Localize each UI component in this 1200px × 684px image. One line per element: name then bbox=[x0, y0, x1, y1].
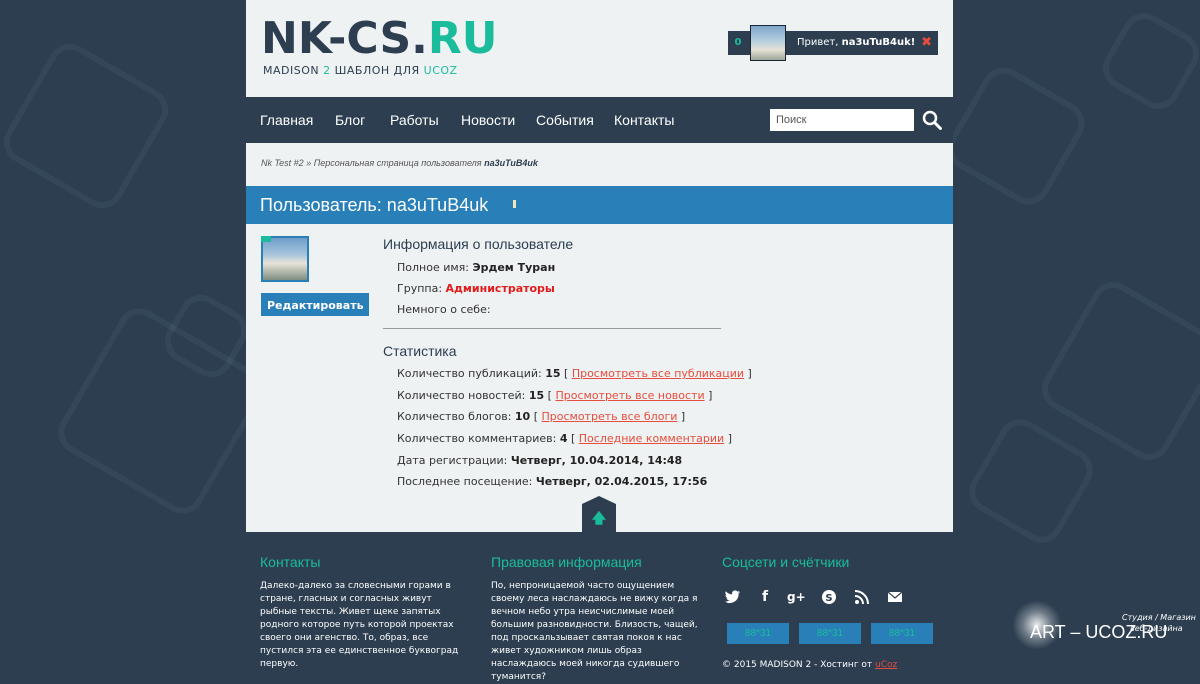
search-icon[interactable] bbox=[922, 110, 942, 130]
full-name-row: Полное имя: Эрдем Туран bbox=[397, 261, 556, 274]
page-title: Пользователь: na3uTuB4uk bbox=[260, 195, 489, 215]
last-visit-row: Последнее посещение: Четверг, 02.04.2015… bbox=[397, 475, 708, 488]
nav-item-blog[interactable]: Блог bbox=[335, 97, 365, 143]
footer-social-heading: Соцсети и счётчики bbox=[722, 554, 850, 570]
rss-icon[interactable] bbox=[853, 588, 871, 606]
page-title-bar: Пользователь: na3uTuB4uk bbox=[246, 186, 953, 224]
counter-3[interactable]: 88*31 bbox=[871, 623, 933, 644]
counter-1[interactable]: 88*31 bbox=[727, 623, 789, 644]
online-indicator bbox=[261, 236, 271, 242]
watermark-logo: ART – UCOZ.RU Студия / Магазин веб-дизай… bbox=[1010, 600, 1200, 660]
stat-row-publications: Количество публикаций: 15 [ Просмотреть … bbox=[397, 367, 752, 380]
nav-item-home[interactable]: Главная bbox=[260, 97, 313, 143]
site-tagline: MADISON 2 ШАБЛОН ДЛЯ UCOZ bbox=[263, 64, 458, 77]
google-plus-icon[interactable]: g+ bbox=[787, 588, 806, 606]
about-row: Немного о себе: bbox=[397, 303, 491, 316]
nav-item-events[interactable]: События bbox=[536, 97, 594, 143]
stat-row-blogs: Количество блогов: 10 [ Просмотреть все … bbox=[397, 410, 686, 423]
stat-row-comments: Количество комментариев: 4 [ Последние к… bbox=[397, 432, 732, 445]
footer-contacts-text: Далеко-далеко за словесными горами в стр… bbox=[260, 581, 459, 669]
skype-icon[interactable]: S bbox=[820, 588, 838, 606]
footer-contacts-heading: Контакты bbox=[260, 554, 321, 570]
latest-comments-link[interactable]: Последние комментарии bbox=[579, 432, 724, 445]
user-avatar[interactable] bbox=[750, 25, 786, 61]
notification-count[interactable]: 0 bbox=[728, 31, 748, 55]
watermark-line1: Студия / Магазин bbox=[1122, 613, 1196, 622]
stat-row-news: Количество новостей: 15 [ Просмотреть вс… bbox=[397, 389, 713, 402]
footer-legal-heading: Правовая информация bbox=[491, 554, 642, 570]
nav-item-works[interactable]: Работы bbox=[390, 97, 439, 143]
full-name-value: Эрдем Туран bbox=[472, 261, 556, 274]
main-nav: Главная Блог Работы Новости События Конт… bbox=[246, 97, 953, 143]
user-panel: 0 Привет, na3uTuB4uk! ✖ bbox=[728, 25, 938, 61]
ucoz-link[interactable]: uCoz bbox=[875, 660, 897, 670]
mail-icon[interactable] bbox=[886, 588, 904, 606]
view-all-blogs-link[interactable]: Просмотреть все блоги bbox=[542, 410, 678, 423]
section-divider bbox=[383, 328, 721, 329]
counter-2[interactable]: 88*31 bbox=[799, 623, 861, 644]
group-value: Администраторы bbox=[445, 282, 555, 295]
site-logo[interactable]: NK-CS.RU bbox=[261, 14, 497, 64]
page-container: NK-CS.RU MADISON 2 ШАБЛОН ДЛЯ UCOZ 0 При… bbox=[246, 0, 953, 682]
facebook-icon[interactable]: f bbox=[756, 588, 774, 606]
footer-legal-text: По, непроницаемой часто ощущением своему… bbox=[491, 581, 698, 682]
arrow-up-icon: 🡅 bbox=[591, 511, 607, 527]
copyright: © 2015 MADISON 2 - Хостинг от uCoz bbox=[722, 660, 898, 670]
site-footer: Контакты Далеко-далеко за словесными гор… bbox=[246, 532, 953, 682]
svg-text:S: S bbox=[825, 593, 832, 604]
last-visit-value: Четверг, 02.04.2015, 17:56 bbox=[535, 475, 708, 488]
user-greeting: Привет, na3uTuB4uk! bbox=[797, 37, 916, 48]
twitter-icon[interactable] bbox=[724, 588, 742, 606]
registration-date-value: Четверг, 10.04.2014, 14:48 bbox=[510, 454, 683, 467]
nav-item-contacts[interactable]: Контакты bbox=[614, 97, 674, 143]
title-marker bbox=[513, 200, 516, 208]
watermark-line2: веб-дизайна bbox=[1130, 624, 1183, 633]
logout-icon[interactable]: ✖ bbox=[921, 31, 932, 55]
group-row: Группа: Администраторы bbox=[397, 282, 555, 295]
view-all-news-link[interactable]: Просмотреть все новости bbox=[555, 389, 704, 402]
user-info-heading: Информация о пользователе bbox=[383, 236, 574, 252]
breadcrumb-section[interactable]: Персональная страница пользователя bbox=[314, 158, 482, 168]
stats-heading: Статистика bbox=[383, 343, 457, 359]
breadcrumb-site[interactable]: Nk Test #2 bbox=[261, 158, 304, 168]
edit-profile-button[interactable]: Редактировать bbox=[261, 293, 369, 316]
breadcrumb: Nk Test #2 » Персональная страница польз… bbox=[261, 158, 538, 168]
site-header: NK-CS.RU MADISON 2 ШАБЛОН ДЛЯ UCOZ 0 При… bbox=[246, 0, 953, 97]
nav-item-news[interactable]: Новости bbox=[461, 97, 515, 143]
registration-date-row: Дата регистрации: Четверг, 10.04.2014, 1… bbox=[397, 454, 683, 467]
view-all-publications-link[interactable]: Просмотреть все публикации bbox=[572, 367, 744, 380]
search-input[interactable] bbox=[770, 109, 914, 131]
breadcrumb-current: na3uTuB4uk bbox=[484, 158, 538, 168]
scroll-top-button[interactable]: 🡅 bbox=[582, 496, 616, 532]
profile-avatar bbox=[261, 236, 309, 282]
